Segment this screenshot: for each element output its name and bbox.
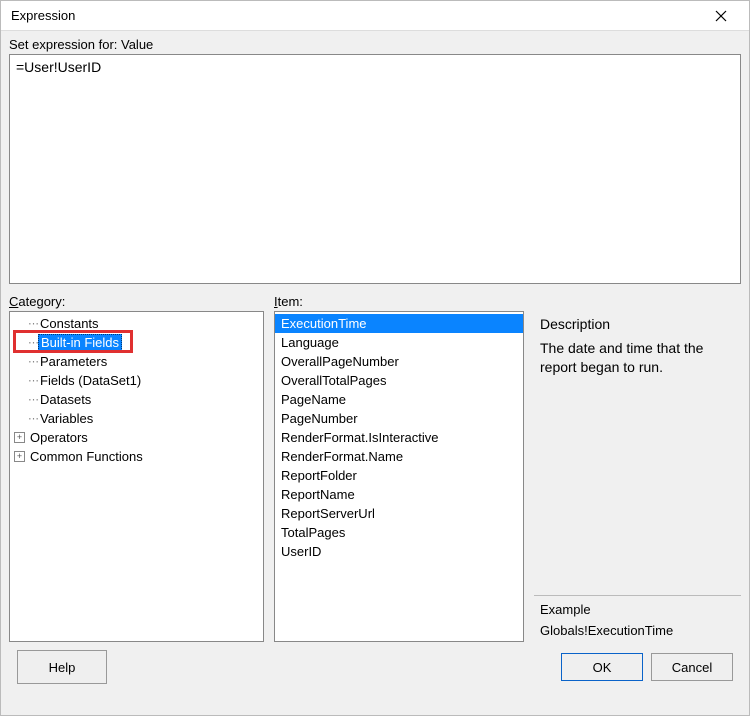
category-list[interactable]: ⋯Constants⋯Built-in Fields⋯Parameters⋯Fi… [9,311,264,642]
category-item-label: Variables [38,411,95,426]
item-list-row[interactable]: ExecutionTime [275,314,523,333]
titlebar: Expression [1,1,749,31]
category-item-label: Parameters [38,354,109,369]
category-tree-item[interactable]: ⋯Variables [10,409,263,428]
item-list-row[interactable]: PageName [275,390,523,409]
category-item-label: Common Functions [28,449,145,464]
item-list-row[interactable]: Language [275,333,523,352]
item-list-row[interactable]: ReportName [275,485,523,504]
description-heading: Description [540,315,735,335]
description-text: The date and time that the report began … [540,339,735,378]
category-item-label: Built-in Fields [38,334,122,351]
dialog-footer: Help OK Cancel [9,642,741,692]
item-column: Item: ExecutionTimeLanguageOverallPageNu… [274,292,524,642]
item-list-row[interactable]: UserID [275,542,523,561]
item-list[interactable]: ExecutionTimeLanguageOverallPageNumberOv… [274,311,524,642]
example-text: Globals!ExecutionTime [540,623,735,638]
category-tree-item[interactable]: ⋯Parameters [10,352,263,371]
expand-icon[interactable]: + [14,451,25,462]
category-tree-item[interactable]: +Operators [10,428,263,447]
item-list-row[interactable]: OverallPageNumber [275,352,523,371]
item-list-row[interactable]: ReportFolder [275,466,523,485]
category-column: Category: ⋯Constants⋯Built-in Fields⋯Par… [9,292,264,642]
category-item-label: Fields (DataSet1) [38,373,143,388]
item-list-row[interactable]: ReportServerUrl [275,504,523,523]
close-button[interactable] [701,2,741,30]
example-heading: Example [540,602,735,617]
category-item-label: Datasets [38,392,93,407]
category-tree-item[interactable]: +Common Functions [10,447,263,466]
window-title: Expression [11,8,75,23]
item-list-row[interactable]: TotalPages [275,523,523,542]
item-list-row[interactable]: RenderFormat.IsInteractive [275,428,523,447]
lower-panes: Category: ⋯Constants⋯Built-in Fields⋯Par… [9,292,741,642]
item-list-row[interactable]: OverallTotalPages [275,371,523,390]
category-label: Category: [9,294,264,309]
close-icon [715,10,727,22]
category-tree-item[interactable]: ⋯Constants [10,314,263,333]
expression-dialog: Expression Set expression for: Value =Us… [0,0,750,716]
category-item-label: Constants [38,316,101,331]
category-tree-item[interactable]: ⋯Fields (DataSet1) [10,371,263,390]
help-button[interactable]: Help [17,650,107,684]
dialog-body: Set expression for: Value =User!UserID C… [1,31,749,715]
category-tree-item[interactable]: ⋯Built-in Fields [10,333,263,352]
category-item-label: Operators [28,430,90,445]
item-list-row[interactable]: RenderFormat.Name [275,447,523,466]
cancel-button[interactable]: Cancel [651,653,733,681]
ok-button[interactable]: OK [561,653,643,681]
category-tree-item[interactable]: ⋯Datasets [10,390,263,409]
item-label: Item: [274,294,524,309]
expand-icon[interactable]: + [14,432,25,443]
expression-textarea[interactable]: =User!UserID [9,54,741,284]
item-list-row[interactable]: PageNumber [275,409,523,428]
set-expression-for-label: Set expression for: Value [9,37,741,52]
description-column: Description The date and time that the r… [534,292,741,642]
